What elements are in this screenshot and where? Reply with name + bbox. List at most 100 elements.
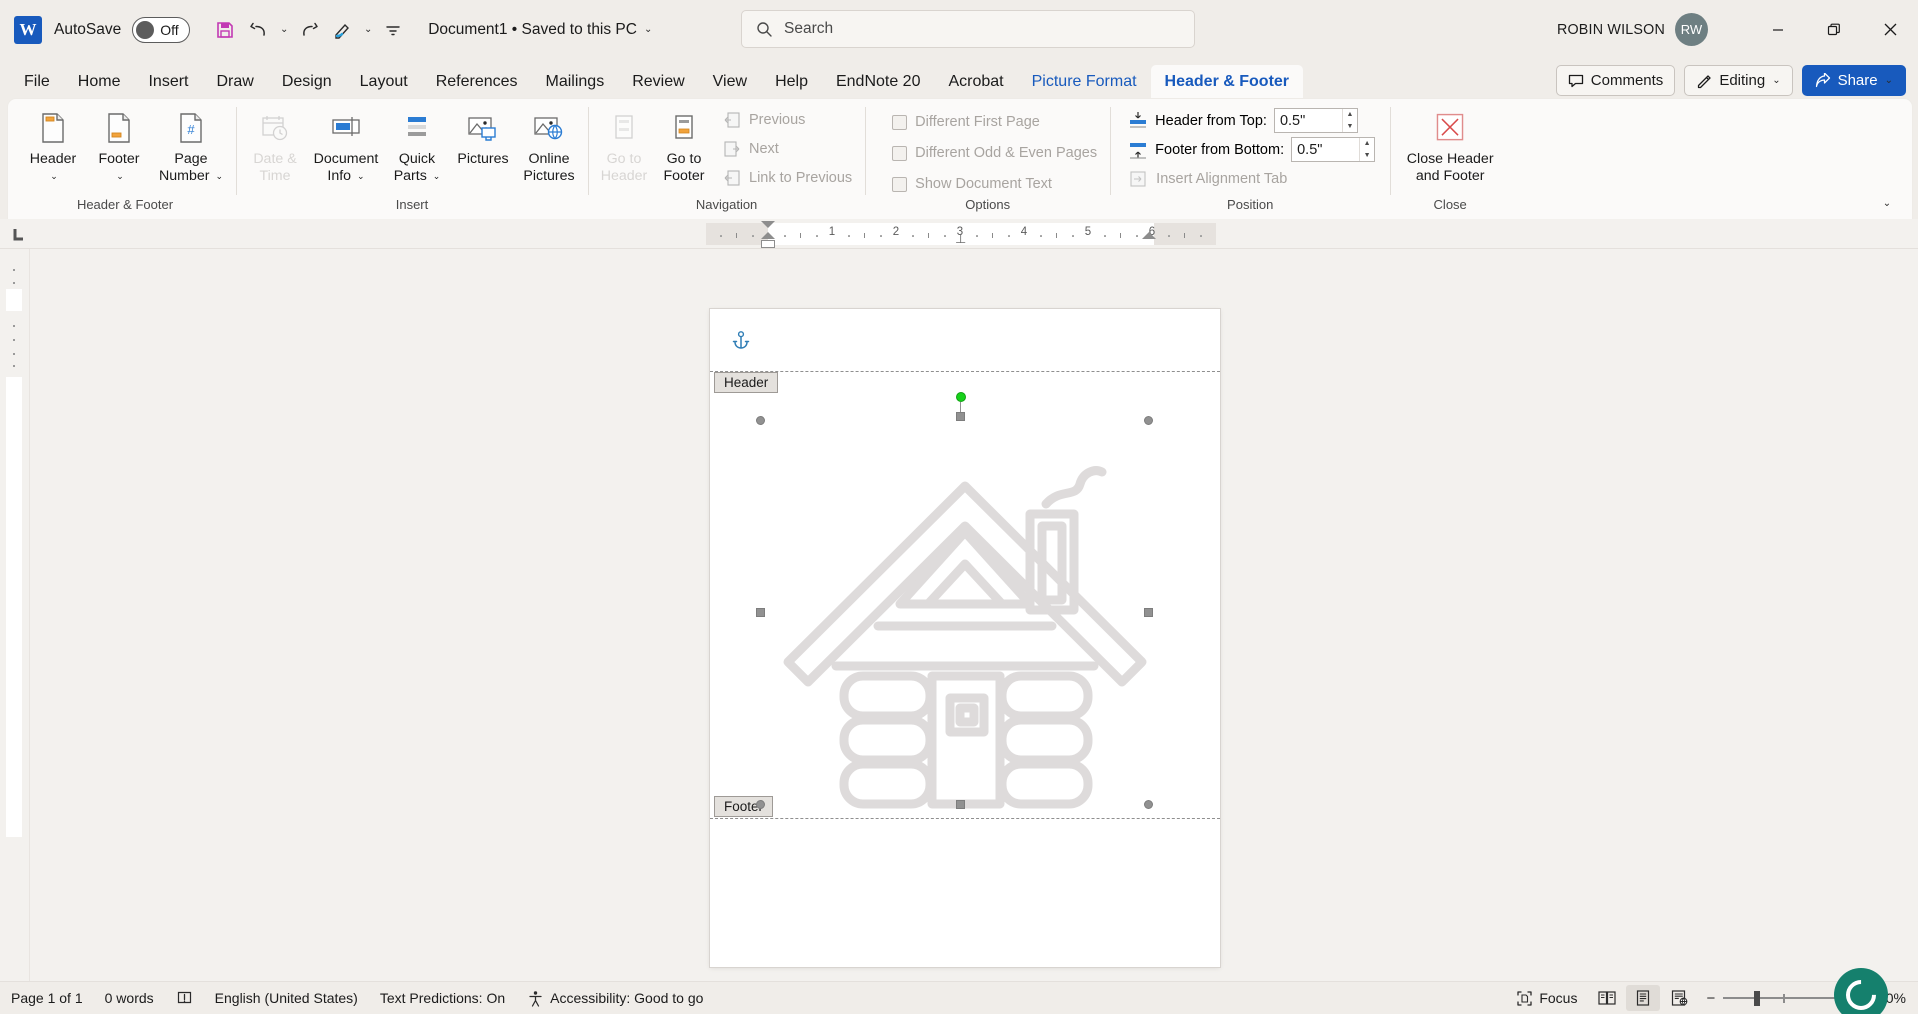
tab-references[interactable]: References xyxy=(422,65,532,99)
read-mode-view-button[interactable] xyxy=(1590,985,1624,1011)
online-pictures-button[interactable]: Online Pictures xyxy=(516,105,582,185)
zoom-out-button[interactable]: − xyxy=(1706,990,1715,1007)
resize-handle-middle-right[interactable] xyxy=(1144,608,1153,617)
log-cabin-house-graphic[interactable] xyxy=(760,394,1170,814)
previous-button[interactable]: Previous xyxy=(716,107,859,133)
tab-layout[interactable]: Layout xyxy=(346,65,422,99)
hanging-indent-marker[interactable] xyxy=(761,232,775,239)
resize-handle-top-right[interactable] xyxy=(1144,416,1153,425)
footer-icon xyxy=(102,111,136,145)
customize-quick-access-icon[interactable] xyxy=(376,13,410,47)
resize-handle-middle-left[interactable] xyxy=(756,608,765,617)
avatar[interactable]: RW xyxy=(1675,13,1708,46)
different-first-page-checkbox[interactable]: Different First Page xyxy=(885,109,1047,135)
spinner-up-icon[interactable]: ▲ xyxy=(1343,109,1357,121)
editor-dropdown-icon[interactable]: ⌄ xyxy=(360,13,376,47)
editing-mode-button[interactable]: Editing ⌄ xyxy=(1684,65,1792,96)
horizontal-ruler[interactable]: 1 2 3 4 5 6 ⊥ xyxy=(706,223,1216,245)
autosave-toggle[interactable]: Off xyxy=(132,17,190,43)
document-info-button[interactable]: Document Info ⌄ xyxy=(308,105,384,185)
language-indicator[interactable]: English (United States) xyxy=(204,982,369,1014)
tab-endnote-20[interactable]: EndNote 20 xyxy=(822,65,935,99)
search-input[interactable]: Search xyxy=(741,10,1195,48)
tab-view[interactable]: View xyxy=(699,65,761,99)
vertical-ruler[interactable] xyxy=(0,249,30,981)
editor-icon[interactable] xyxy=(326,13,360,47)
log-cabin-house-image[interactable] xyxy=(760,414,1170,834)
resize-handle-top-left[interactable] xyxy=(756,416,765,425)
show-document-text-checkbox[interactable]: Show Document Text xyxy=(885,171,1059,197)
text-predictions-indicator[interactable]: Text Predictions: On xyxy=(369,982,516,1014)
spinner-down-icon[interactable]: ▼ xyxy=(1360,150,1374,162)
page-number-button[interactable]: # Page Number ⌄ xyxy=(152,105,230,185)
rotation-handle[interactable] xyxy=(956,392,966,402)
resize-handle-bottom-right[interactable] xyxy=(1144,800,1153,809)
go-to-header-button[interactable]: Go to Header xyxy=(594,105,654,185)
quick-parts-button[interactable]: Quick Parts ⌄ xyxy=(384,105,450,185)
tab-file[interactable]: File xyxy=(10,65,64,99)
tab-mailings[interactable]: Mailings xyxy=(532,65,619,99)
pictures-button[interactable]: Pictures xyxy=(450,105,516,185)
tab-header-and-footer[interactable]: Header & Footer xyxy=(1151,65,1303,99)
page-indicator[interactable]: Page 1 of 1 xyxy=(0,982,94,1014)
footer-button[interactable]: Footer ⌄ xyxy=(86,105,152,185)
left-indent-marker[interactable] xyxy=(761,240,775,248)
tab-help[interactable]: Help xyxy=(761,65,822,99)
redo-icon[interactable] xyxy=(292,13,326,47)
comments-button[interactable]: Comments xyxy=(1556,65,1676,96)
document-title-chevron-icon[interactable]: ⌄ xyxy=(644,25,652,35)
tab-insert[interactable]: Insert xyxy=(134,65,202,99)
collapse-ribbon-button[interactable]: ⌄ xyxy=(1874,193,1900,215)
grammarly-icon[interactable] xyxy=(1834,968,1888,1014)
spinner-up-icon[interactable]: ▲ xyxy=(1360,138,1374,150)
restore-button[interactable] xyxy=(1806,0,1862,59)
header-tag[interactable]: Header xyxy=(714,372,778,393)
undo-icon[interactable] xyxy=(242,13,276,47)
close-button[interactable] xyxy=(1862,0,1918,59)
resize-handle-bottom-left[interactable] xyxy=(756,800,765,809)
workspace: Header Footer xyxy=(0,249,1918,981)
print-layout-view-button[interactable] xyxy=(1626,985,1660,1011)
go-to-footer-button[interactable]: Go to Footer xyxy=(654,105,714,185)
right-indent-marker[interactable] xyxy=(1142,232,1156,239)
date-and-time-button[interactable]: Date & Time xyxy=(242,105,308,185)
tab-review[interactable]: Review xyxy=(618,65,698,99)
first-line-indent-marker[interactable] xyxy=(761,221,775,228)
document-title[interactable]: Document1 • Saved to this PC ⌄ xyxy=(428,21,652,39)
word-count[interactable]: 0 words xyxy=(94,982,165,1014)
tab-home[interactable]: Home xyxy=(64,65,135,99)
next-icon xyxy=(723,140,741,158)
anchor-icon[interactable] xyxy=(732,331,750,356)
header-from-top-input[interactable]: 0.5" ▲ ▼ xyxy=(1274,108,1358,133)
proofing-errors-button[interactable] xyxy=(165,982,204,1014)
share-button[interactable]: Share ⌄ xyxy=(1802,65,1906,96)
save-icon[interactable] xyxy=(208,13,242,47)
undo-dropdown-icon[interactable]: ⌄ xyxy=(276,13,292,47)
tab-draw[interactable]: Draw xyxy=(202,65,267,99)
resize-handle-top-center[interactable] xyxy=(956,412,965,421)
header-button[interactable]: Header ⌄ xyxy=(20,105,86,185)
insert-alignment-tab-button[interactable]: Insert Alignment Tab xyxy=(1128,166,1294,192)
tab-acrobat[interactable]: Acrobat xyxy=(934,65,1017,99)
close-header-and-footer-button[interactable]: Close Header and Footer xyxy=(1396,105,1504,185)
resize-handle-bottom-center[interactable] xyxy=(956,800,965,809)
focus-mode-button[interactable]: Focus xyxy=(1505,982,1588,1014)
footer-from-bottom-input[interactable]: 0.5" ▲ ▼ xyxy=(1291,137,1375,162)
editing-chevron-down-icon[interactable]: ⌄ xyxy=(1772,76,1780,86)
web-layout-view-button[interactable] xyxy=(1662,985,1696,1011)
different-odd-even-pages-checkbox[interactable]: Different Odd & Even Pages xyxy=(885,140,1104,166)
share-chevron-down-icon[interactable]: ⌄ xyxy=(1885,76,1893,86)
link-to-previous-button[interactable]: Link to Previous xyxy=(716,165,859,191)
accessibility-indicator[interactable]: Accessibility: Good to go xyxy=(516,982,714,1014)
spinner-down-icon[interactable]: ▼ xyxy=(1343,121,1357,133)
minimize-button[interactable] xyxy=(1750,0,1806,59)
document-page[interactable]: Header Footer xyxy=(710,309,1220,967)
tab-design[interactable]: Design xyxy=(268,65,346,99)
left-tab-stop-icon[interactable] xyxy=(8,223,30,245)
zoom-slider-track[interactable] xyxy=(1723,991,1843,1005)
center-tab-stop-marker[interactable]: ⊥ xyxy=(955,231,966,247)
tab-picture-format[interactable]: Picture Format xyxy=(1018,65,1151,99)
zoom-slider-thumb[interactable] xyxy=(1754,991,1760,1006)
next-button[interactable]: Next xyxy=(716,136,859,162)
document-canvas[interactable]: Header Footer xyxy=(30,249,1918,981)
